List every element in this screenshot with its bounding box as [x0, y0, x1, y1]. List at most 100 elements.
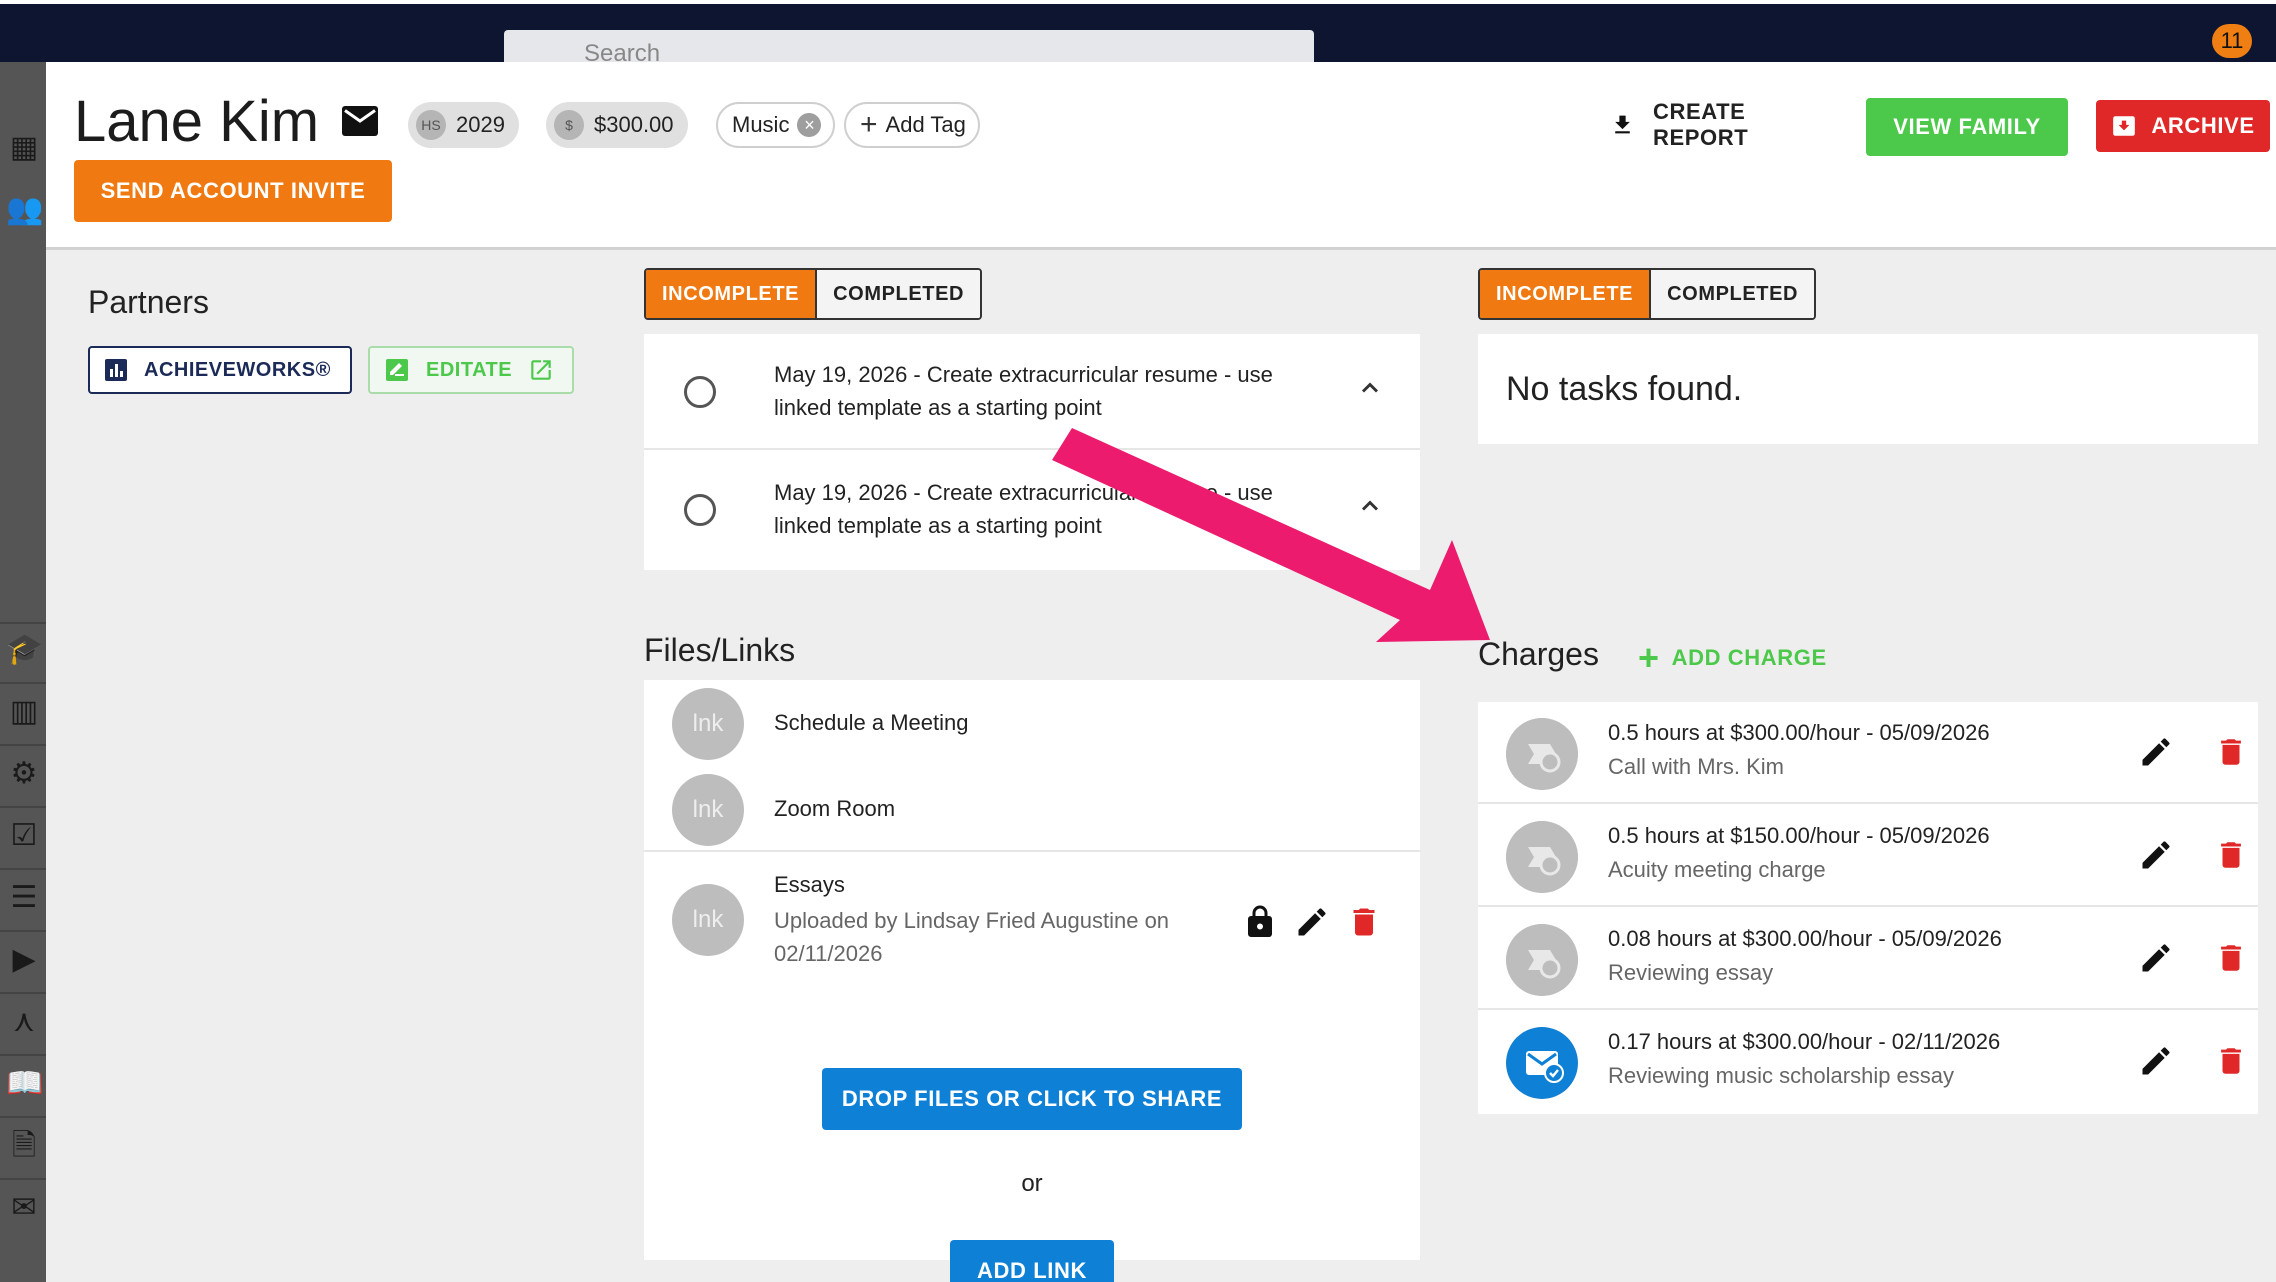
timer-icon — [1506, 718, 1578, 790]
archive-button[interactable]: ARCHIVE — [2096, 100, 2270, 152]
tab-incomplete[interactable]: INCOMPLETE — [646, 270, 816, 318]
charge-description: Reviewing essay — [1608, 960, 1774, 985]
hearing-icon[interactable]: ⚙ — [6, 756, 42, 792]
dashboard-icon[interactable]: ▦ — [6, 130, 42, 166]
task-complete-radio[interactable] — [684, 494, 716, 526]
side-navigation: ▦ 👥 🎓 ▥ ⚙ ☑ ☰ ▶ ⋏ 📖 🗎 ✉ — [0, 62, 46, 1282]
create-report-label: CREATE REPORT — [1653, 99, 1749, 150]
file-avatar: lnk — [672, 884, 744, 956]
nav-divider — [0, 744, 46, 746]
charge-amount: 0.17 hours at $300.00/hour - 02/11/2026 — [1608, 1029, 2001, 1054]
add-charge-button[interactable]: + ADD CHARGE — [1638, 640, 1827, 676]
link-title[interactable]: Zoom Room — [774, 796, 895, 822]
tab-incomplete[interactable]: INCOMPLETE — [1480, 270, 1650, 318]
download-icon — [1615, 115, 1630, 134]
charge-amount: 0.08 hours at $300.00/hour - 05/09/2026 — [1608, 926, 2002, 951]
no-tasks-message: No tasks found. — [1506, 370, 1743, 408]
top-app-bar: Search 11 — [0, 0, 2276, 70]
delete-icon[interactable] — [2214, 734, 2248, 770]
edit-icon[interactable] — [2138, 1043, 2174, 1079]
lock-icon[interactable] — [1242, 904, 1278, 940]
columns-icon[interactable]: ▥ — [6, 694, 42, 730]
delete-icon[interactable] — [2214, 940, 2248, 976]
right-task-list: No tasks found. — [1478, 334, 2258, 444]
achieveworks-button[interactable]: ACHIEVEWORKS® — [88, 346, 352, 394]
nav-divider — [0, 868, 46, 870]
task-complete-radio[interactable] — [684, 376, 716, 408]
tasks-tabs: INCOMPLETE COMPLETED — [644, 268, 983, 320]
video-icon[interactable]: ▶ — [6, 942, 42, 978]
edit-icon[interactable] — [1294, 904, 1330, 940]
nav-divider — [0, 806, 46, 808]
charge-amount: 0.5 hours at $300.00/hour - 05/09/2026 — [1608, 720, 1990, 745]
merge-icon[interactable]: ⋏ — [6, 1004, 42, 1040]
email-icon[interactable] — [342, 106, 378, 136]
send-account-invite-button[interactable]: SEND ACCOUNT INVITE — [74, 160, 392, 222]
charge-description: Call with Mrs. Kim — [1608, 754, 1785, 779]
nav-divider — [0, 682, 46, 684]
bar-chart-icon — [105, 359, 127, 381]
file-title[interactable]: Essays — [774, 872, 845, 898]
links-group: lnk Schedule a Meeting lnk Zoom Room — [644, 680, 1420, 852]
chevron-up-icon[interactable] — [1356, 374, 1384, 402]
plus-icon: + — [1638, 637, 1660, 678]
balance-avatar: $ — [554, 110, 584, 140]
nav-divider — [0, 930, 46, 932]
delete-icon[interactable] — [2214, 837, 2248, 873]
book-icon[interactable]: 📖 — [6, 1066, 43, 1102]
add-tag-label: Add Tag — [885, 112, 966, 137]
archive-label: ARCHIVE — [2151, 113, 2255, 138]
charge-description: Reviewing music scholarship essay — [1608, 1063, 1955, 1088]
charges-list: 0.5 hours at $300.00/hour - 05/09/2026 C… — [1478, 702, 2258, 1114]
files-links-title: Files/Links — [644, 632, 796, 668]
nav-divider — [0, 1116, 46, 1118]
right-tasks-tabs: INCOMPLETE COMPLETED — [1478, 268, 1817, 320]
edit-icon[interactable] — [2138, 837, 2174, 873]
charge-item: 0.5 hours at $150.00/hour - 05/09/2026 A… — [1478, 805, 2258, 907]
tab-completed[interactable]: COMPLETED — [1649, 270, 1815, 318]
chevron-up-icon[interactable] — [1356, 492, 1384, 520]
modal-header: Lane Kim HS 2029 $ $300.00 Music × + Add… — [46, 62, 2276, 250]
file-subtitle: Uploaded by Lindsay Fried Augustine on 0… — [774, 908, 1170, 966]
delete-icon[interactable] — [1346, 904, 1382, 940]
charge-description: Acuity meeting charge — [1608, 857, 1826, 882]
remove-tag-icon[interactable]: × — [797, 113, 822, 137]
editate-button[interactable]: EDITATE — [368, 346, 574, 394]
edit-icon[interactable] — [2138, 734, 2174, 770]
delete-icon[interactable] — [2214, 1043, 2248, 1079]
add-link-button[interactable]: ADD LINK — [950, 1240, 1114, 1282]
task-text: May 19, 2026 - Create extracurricular re… — [774, 480, 1273, 538]
charge-amount: 0.5 hours at $150.00/hour - 05/09/2026 — [1608, 823, 1990, 848]
charge-item: 0.5 hours at $300.00/hour - 05/09/2026 C… — [1478, 702, 2258, 804]
charges-title: Charges — [1478, 636, 1599, 672]
notification-badge[interactable]: 11 — [2212, 24, 2252, 58]
task-text: May 19, 2026 - Create extracurricular re… — [774, 362, 1273, 420]
edit-note-icon — [386, 359, 408, 381]
edit-icon[interactable] — [2138, 940, 2174, 976]
charge-item: 0.17 hours at $300.00/hour - 02/11/2026 … — [1478, 1011, 2258, 1113]
timer-icon — [1506, 924, 1578, 996]
student-name: Lane Kim — [74, 89, 320, 154]
list-icon[interactable]: ☰ — [6, 880, 42, 916]
grad-year-label: 2029 — [456, 112, 505, 137]
add-tag-button[interactable]: + Add Tag — [844, 102, 980, 148]
document-icon[interactable]: 🗎 — [6, 1128, 42, 1164]
balance-chip: $ $300.00 — [546, 102, 688, 148]
tab-completed[interactable]: COMPLETED — [815, 270, 981, 318]
plus-icon: + — [860, 108, 878, 141]
drop-files-button[interactable]: DROP FILES OR CLICK TO SHARE — [822, 1068, 1242, 1130]
nav-divider — [0, 622, 46, 624]
task-list: May 19, 2026 - Create extracurricular re… — [644, 334, 1420, 570]
file-item: lnk Essays Uploaded by Lindsay Fried Aug… — [644, 854, 1420, 984]
view-family-button[interactable]: VIEW FAMILY — [1866, 98, 2068, 156]
checklist-icon[interactable]: ☑ — [6, 818, 42, 854]
achieveworks-label: ACHIEVEWORKS® — [144, 358, 331, 381]
link-title[interactable]: Schedule a Meeting — [774, 710, 968, 736]
nav-divider — [0, 992, 46, 994]
student-modal: Lane Kim HS 2029 $ $300.00 Music × + Add… — [46, 62, 2276, 1282]
school-icon[interactable]: 🎓 — [6, 632, 43, 668]
task-item: May 19, 2026 - Create extracurricular re… — [644, 452, 1420, 568]
create-report-button[interactable]: CREATE REPORT — [1610, 99, 1840, 150]
mail-icon[interactable]: ✉ — [6, 1190, 42, 1226]
people-icon[interactable]: 👥 — [6, 192, 43, 228]
